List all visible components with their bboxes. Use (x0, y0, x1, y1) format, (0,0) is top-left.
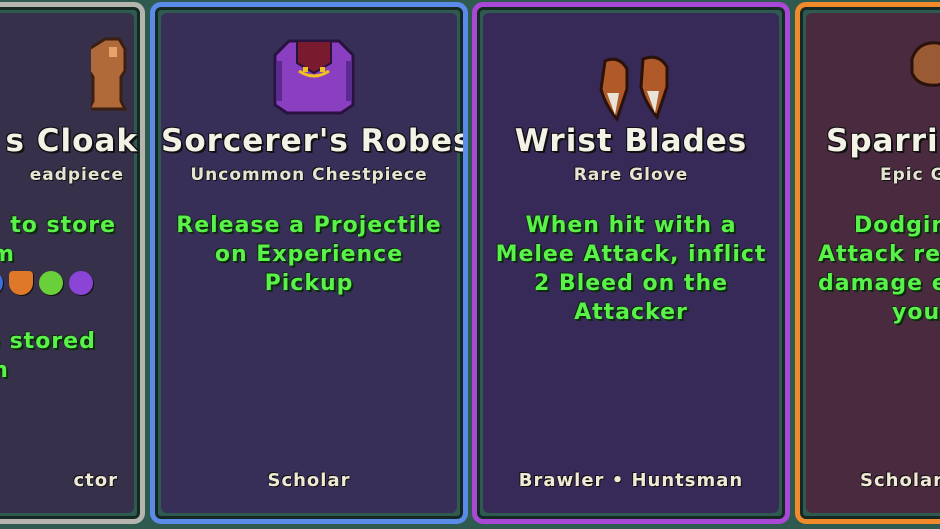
desc-line: Release a Projectile (176, 213, 442, 238)
card-title: Wrist Blades (514, 123, 748, 159)
desc-line: on Experience Pickup (214, 242, 404, 296)
desc-line: Melee Attack, inflict (495, 242, 767, 267)
desc-line: 2 Bleed on the (533, 271, 729, 296)
card-footer: Scholar (860, 470, 940, 491)
card-subtitle: Epic G (880, 165, 940, 185)
desc-line: m (0, 240, 124, 269)
desc-line: your (892, 300, 940, 325)
card-subtitle: Uncommon Chestpiece (190, 165, 428, 185)
cloak-icon (91, 37, 128, 111)
item-card-wrist-blades[interactable]: Wrist Blades Rare Glove When hit with a … (472, 2, 790, 524)
card-subtitle: Rare Glove (573, 165, 689, 185)
desc-line: When hit with a (525, 213, 737, 238)
card-footer: ctor (73, 470, 118, 491)
desc-line: Attacker (574, 300, 688, 325)
card-title: s Cloak (5, 123, 138, 159)
desc-line: to store (10, 213, 116, 238)
desc-line: e stored (0, 329, 96, 354)
robes-icon (273, 39, 355, 115)
shield-gem-icon (9, 271, 33, 295)
purple-gem-icon (69, 271, 93, 295)
item-card-sparring[interactable]: Sparrin Epic G Dodging Attack re damage … (795, 2, 940, 524)
card-subtitle: eadpiece (29, 165, 124, 185)
desc-line: Attack re (818, 242, 940, 267)
item-card-cloak[interactable]: s Cloak eadpiece to store m e stored m c… (0, 2, 145, 524)
card-footer: Scholar (267, 470, 351, 491)
card-title: Sorcerer's Robes (161, 123, 468, 159)
desc-line: Dodging (854, 213, 940, 238)
card-footer: Brawler • Huntsman (518, 470, 744, 491)
green-gem-icon (39, 271, 63, 295)
wrist-blades-icon (599, 55, 669, 122)
gem-row (0, 271, 93, 295)
card-title: Sparrin (826, 123, 940, 159)
desc-line: damage e (818, 271, 940, 296)
desc-line: m (0, 356, 134, 385)
item-card-sorcerers-robes[interactable]: Sorcerer's Robes Uncommon Chestpiece Rel… (150, 2, 468, 524)
sparring-gloves-icon (910, 41, 940, 87)
blue-gem-icon (0, 271, 3, 295)
